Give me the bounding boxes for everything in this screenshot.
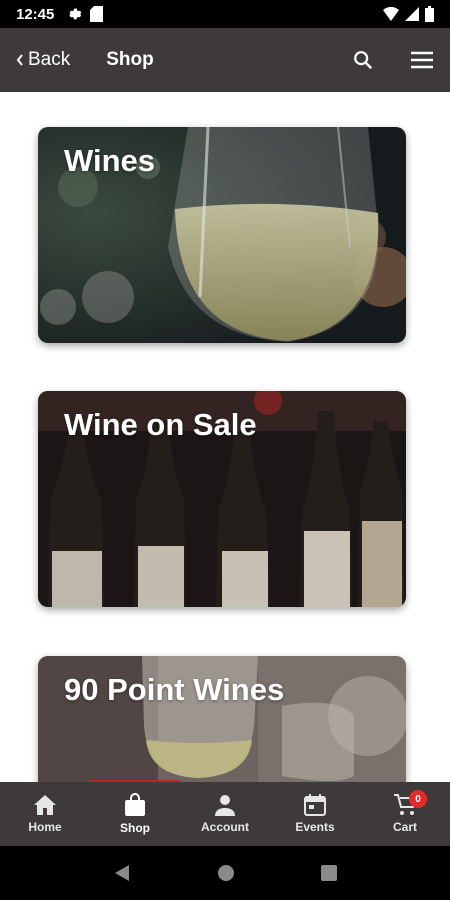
page-title: Shop: [106, 49, 154, 70]
chevron-left-icon: [16, 54, 23, 66]
menu-icon[interactable]: [410, 50, 434, 70]
back-button[interactable]: Back: [16, 49, 70, 71]
shopping-bag-icon: [125, 793, 145, 816]
status-time: 12:45: [16, 5, 55, 23]
nav-events[interactable]: Events: [270, 782, 360, 846]
back-triangle-icon[interactable]: [113, 864, 131, 882]
settings-gear-icon: [69, 8, 82, 20]
app-bar: Back Shop: [0, 28, 450, 92]
recents-square-icon[interactable]: [321, 865, 337, 881]
nav-label: Home: [28, 820, 62, 834]
cart-count-badge: 0: [409, 790, 427, 808]
category-card-wine-on-sale[interactable]: Wine on Sale: [38, 391, 406, 607]
bottom-nav: Home Shop Account Events 0 Cart: [0, 782, 450, 846]
nav-label: Shop: [120, 821, 150, 835]
nav-label: Account: [201, 820, 249, 834]
calendar-icon: [304, 794, 326, 816]
nav-cart[interactable]: 0 Cart: [360, 782, 450, 846]
nav-shop[interactable]: Shop: [90, 782, 180, 846]
status-bar: 12:45: [0, 0, 450, 28]
signal-icon: [405, 7, 419, 21]
person-icon: [215, 795, 235, 816]
nav-label: Events: [295, 820, 335, 834]
back-label: Back: [28, 49, 71, 70]
nav-label: Cart: [392, 820, 417, 834]
system-nav-bar: [0, 846, 450, 900]
search-icon[interactable]: [352, 49, 374, 71]
category-card-wines[interactable]: Wines: [38, 127, 406, 343]
card-title: Wine on Sale: [64, 407, 257, 442]
card-title: 90 Point Wines: [64, 672, 285, 707]
nav-account[interactable]: Account: [180, 782, 270, 846]
sd-card-icon: [90, 6, 104, 22]
battery-icon: [425, 6, 434, 22]
card-title: Wines: [64, 143, 156, 178]
category-card-90-point-wines[interactable]: 90 Point Wines: [38, 656, 406, 782]
shop-categories: Wines Wine on Sale 90 Point Wines: [0, 92, 450, 782]
nav-home[interactable]: Home: [0, 782, 90, 846]
home-circle-icon[interactable]: [217, 864, 235, 882]
home-icon: [34, 795, 56, 815]
wifi-icon: [383, 7, 399, 21]
